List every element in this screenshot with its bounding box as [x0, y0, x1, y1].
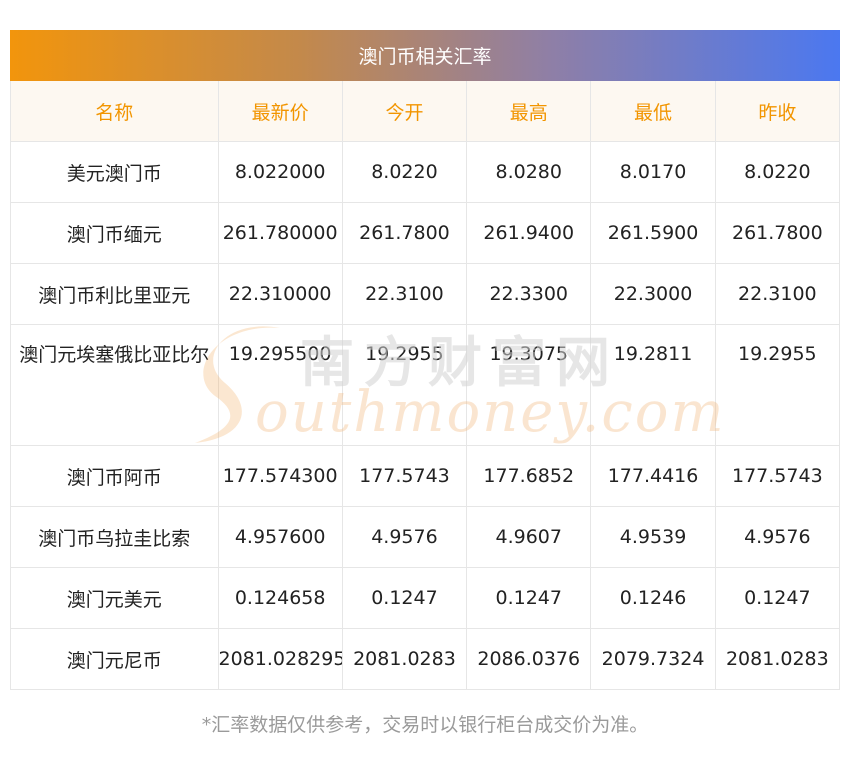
prev-close-value: 261.7800 — [714, 202, 841, 264]
column-header-name: 名称 — [10, 81, 219, 142]
table-row: 美元澳门币 8.022000 8.0220 8.0280 8.0170 8.02… — [10, 141, 841, 203]
pair-name: 美元澳门币 — [10, 141, 219, 203]
table-row: 澳门币乌拉圭比索 4.957600 4.9576 4.9607 4.9539 4… — [10, 506, 841, 568]
prev-close-value: 19.2955 — [714, 324, 841, 446]
rates-card: 澳门币相关汇率 名称 最新价 今开 最高 最低 昨收 美元澳门币 8.02200… — [10, 30, 841, 690]
latest-value: 4.957600 — [217, 506, 343, 568]
open-value: 177.5743 — [341, 445, 468, 507]
latest-value: 0.124658 — [217, 567, 343, 629]
latest-value: 19.295500 — [217, 324, 343, 446]
prev-close-value: 2081.0283 — [714, 628, 841, 690]
table-row: 澳门币利比里亚元 22.310000 22.3100 22.3300 22.30… — [10, 263, 841, 325]
high-value: 0.1247 — [466, 567, 592, 629]
low-value: 19.2811 — [590, 324, 716, 446]
column-header-latest: 最新价 — [217, 81, 343, 142]
column-header-prev-close: 昨收 — [714, 81, 841, 142]
prev-close-value: 4.9576 — [714, 506, 841, 568]
high-value: 261.9400 — [466, 202, 592, 264]
latest-value: 177.574300 — [217, 445, 343, 507]
pair-name: 澳门币乌拉圭比索 — [10, 506, 219, 568]
column-header-open: 今开 — [341, 81, 468, 142]
high-value: 4.9607 — [466, 506, 592, 568]
latest-value: 2081.028295 — [217, 628, 343, 690]
open-value: 2081.0283 — [341, 628, 468, 690]
open-value: 19.2955 — [341, 324, 468, 446]
low-value: 8.0170 — [590, 141, 716, 203]
table-row: 澳门币缅元 261.780000 261.7800 261.9400 261.5… — [10, 202, 841, 264]
open-value: 22.3100 — [341, 263, 468, 325]
low-value: 22.3000 — [590, 263, 716, 325]
table-title: 澳门币相关汇率 — [10, 30, 840, 81]
prev-close-value: 8.0220 — [714, 141, 841, 203]
latest-value: 261.780000 — [217, 202, 343, 264]
latest-value: 8.022000 — [217, 141, 343, 203]
table-row: 澳门币阿币 177.574300 177.5743 177.6852 177.4… — [10, 445, 841, 507]
latest-value: 22.310000 — [217, 263, 343, 325]
high-value: 177.6852 — [466, 445, 592, 507]
column-header-low: 最低 — [590, 81, 716, 142]
rates-table: 名称 最新价 今开 最高 最低 昨收 美元澳门币 8.022000 8.0220… — [10, 81, 841, 690]
pair-name: 澳门币缅元 — [10, 202, 219, 264]
open-value: 0.1247 — [341, 567, 468, 629]
high-value: 22.3300 — [466, 263, 592, 325]
high-value: 8.0280 — [466, 141, 592, 203]
table-row: 澳门元尼币 2081.028295 2081.0283 2086.0376 20… — [10, 628, 841, 690]
high-value: 19.3075 — [466, 324, 592, 446]
pair-name: 澳门元尼币 — [10, 628, 219, 690]
table-row: 澳门元美元 0.124658 0.1247 0.1247 0.1246 0.12… — [10, 567, 841, 629]
open-value: 261.7800 — [341, 202, 468, 264]
open-value: 8.0220 — [341, 141, 468, 203]
pair-name: 澳门币阿币 — [10, 445, 219, 507]
low-value: 4.9539 — [590, 506, 716, 568]
low-value: 261.5900 — [590, 202, 716, 264]
prev-close-value: 177.5743 — [714, 445, 841, 507]
prev-close-value: 22.3100 — [714, 263, 841, 325]
high-value: 2086.0376 — [466, 628, 592, 690]
column-header-high: 最高 — [466, 81, 592, 142]
disclaimer-footnote: *汇率数据仅供参考，交易时以银行柜台成交价为准。 — [201, 714, 649, 736]
low-value: 177.4416 — [590, 445, 716, 507]
low-value: 2079.7324 — [590, 628, 716, 690]
header-row: 名称 最新价 今开 最高 最低 昨收 — [10, 81, 841, 142]
prev-close-value: 0.1247 — [714, 567, 841, 629]
low-value: 0.1246 — [590, 567, 716, 629]
pair-name: 澳门元美元 — [10, 567, 219, 629]
open-value: 4.9576 — [341, 506, 468, 568]
pair-name: 澳门币利比里亚元 — [10, 263, 219, 325]
table-row: 澳门元埃塞俄比亚比尔 19.295500 19.2955 19.3075 19.… — [10, 324, 841, 446]
pair-name: 澳门元埃塞俄比亚比尔 — [10, 324, 219, 446]
